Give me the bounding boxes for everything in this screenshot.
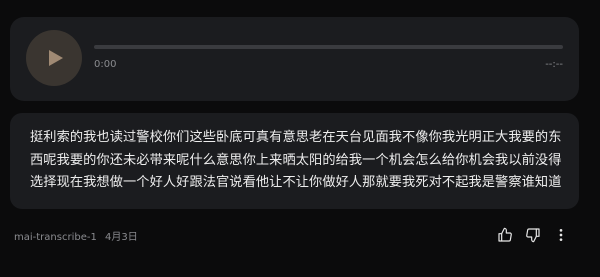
- message-footer: mai-transcribe-1 4月3日: [10, 226, 579, 244]
- thumbs-up-button[interactable]: [495, 225, 515, 245]
- transcript-box: 挺利索的我也读过警校你们这些卧底可真有意思老在天台见面我不像你我光明正大我要的东…: [10, 113, 579, 209]
- play-button[interactable]: [26, 30, 82, 86]
- more-options-icon: [559, 229, 563, 241]
- transcript-line: 挺利索的我也读过警校你们这些卧底可真有意思老在天台见面我不像你我光明正大我要的东: [30, 130, 562, 145]
- audio-player: 0:00 --:--: [10, 17, 579, 101]
- total-duration: --:--: [545, 59, 563, 70]
- message-actions: [487, 225, 571, 245]
- play-icon: [49, 50, 63, 66]
- transcript-line: 西呢我要的你还未必带来呢什么意思你上来晒太阳的给我一个机会怎么给你机会我以前没得: [30, 152, 562, 168]
- transcript-line: 选择现在我想做一个好人好跟法官说看他让不让你做好人那就要我死对不起我是警察谁知道: [30, 175, 562, 190]
- message-meta: mai-transcribe-1 4月3日: [14, 228, 138, 243]
- current-time: 0:00: [94, 59, 117, 70]
- message-date: 4月3日: [105, 232, 138, 243]
- progress-bar[interactable]: [94, 45, 563, 49]
- model-name: mai-transcribe-1: [14, 232, 97, 243]
- more-options-button[interactable]: [551, 225, 571, 245]
- page: 0:00 --:-- 挺利索的我也读过警校你们这些卧底可真有意思老在天台见面我不…: [0, 0, 600, 277]
- thumbs-down-icon: [526, 228, 540, 243]
- thumbs-up-icon: [498, 227, 512, 242]
- thumbs-down-button[interactable]: [523, 225, 543, 245]
